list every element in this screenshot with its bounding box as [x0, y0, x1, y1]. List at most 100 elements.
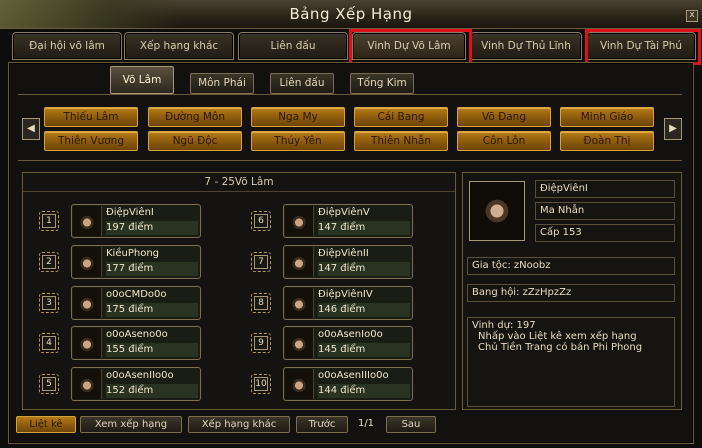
- list-item[interactable]: 9 o0oAsenIo0o 145 điểm: [251, 326, 415, 360]
- avatar: [73, 328, 102, 358]
- player-name: o0oCMDo0o: [106, 289, 167, 300]
- faction-minh-giao[interactable]: Minh Giáo: [560, 107, 654, 127]
- scroll-left-arrow-icon[interactable]: ◀: [22, 118, 40, 140]
- subtab-mon-phai[interactable]: Môn Phái: [190, 73, 254, 94]
- faction-thien-nhan[interactable]: Thiên Nhẫn: [354, 131, 448, 151]
- rank-number: 3: [42, 296, 56, 310]
- avatar: [285, 288, 314, 318]
- divider-middle: [18, 160, 682, 161]
- info-name: ĐiệpViênI: [535, 180, 675, 198]
- info-clan: Gia tộc: zNoobz: [467, 257, 675, 275]
- player-name: ĐiệpViênV: [318, 207, 370, 218]
- rank-badge: 9: [251, 333, 271, 353]
- faction-doan-thi[interactable]: Đoàn Thị: [560, 131, 654, 151]
- player-card[interactable]: o0oAsenIIIo0o 144 điểm: [283, 367, 413, 401]
- list-button[interactable]: Liệt kê: [16, 416, 76, 433]
- rank-badge: 1: [39, 211, 59, 231]
- tab-vinh-du-vo-lam[interactable]: Vinh Dự Võ Lâm: [352, 32, 466, 60]
- close-button[interactable]: x: [686, 10, 698, 22]
- scroll-right-arrow-icon[interactable]: ▶: [664, 118, 682, 140]
- list-item[interactable]: 10 o0oAsenIIIo0o 144 điểm: [251, 367, 415, 401]
- rank-badge: 8: [251, 293, 271, 313]
- rank-badge: 4: [39, 333, 59, 353]
- view-ranking-button[interactable]: Xem xếp hạng: [80, 416, 182, 433]
- tab-vinh-du-tai-phu[interactable]: Vinh Dự Tài Phú: [586, 32, 696, 60]
- rank-number: 10: [254, 377, 268, 391]
- page-indicator: 1/1: [357, 418, 375, 429]
- player-name: ĐiệpViênI: [106, 207, 154, 218]
- honor-hint: Nhấp vào Liệt kê xem xếp hạng: [478, 331, 637, 342]
- list-item[interactable]: 3 o0oCMDo0o 175 điểm: [39, 286, 203, 320]
- rank-number: 6: [254, 214, 268, 228]
- player-score: 155 điểm: [106, 343, 198, 357]
- player-name: o0oAseno0o: [106, 329, 168, 340]
- subtab-tong-kim[interactable]: Tống Kim: [350, 73, 414, 94]
- avatar: [73, 288, 102, 318]
- faction-thieu-lam[interactable]: Thiếu Lâm: [44, 107, 138, 127]
- ranking-list-header: 7 - 25Võ Lâm: [23, 173, 455, 192]
- info-guild: Bang hội: zZzHpzZz: [467, 284, 675, 302]
- player-info-panel: ĐiệpViênI Ma Nhẫn Cấp 153 Gia tộc: zNoob…: [462, 172, 682, 410]
- player-score: 197 điểm: [106, 221, 198, 235]
- player-name: o0oAsenIIo0o: [106, 370, 174, 381]
- info-level: Cấp 153: [535, 224, 675, 242]
- list-item[interactable]: 4 o0oAseno0o 155 điểm: [39, 326, 203, 360]
- faction-ngu-doc[interactable]: Ngũ Độc: [148, 131, 242, 151]
- player-card[interactable]: o0oAseno0o 155 điểm: [71, 326, 201, 360]
- honor-shop-note: Chủ Tiền Trang có bán Phi Phong: [478, 342, 643, 353]
- title-bar: Bảng Xếp Hạng x: [0, 0, 702, 29]
- tab-dai-hoi-vo-lam[interactable]: Đại hội võ lâm: [12, 32, 122, 60]
- player-name: KiềuPhong: [106, 248, 159, 259]
- player-name: o0oAsenIIIo0o: [318, 370, 389, 381]
- faction-thien-vuong[interactable]: Thiên Vương: [44, 131, 138, 151]
- player-card[interactable]: ĐiệpViênV 147 điểm: [283, 204, 413, 238]
- player-score: 147 điểm: [318, 221, 410, 235]
- rank-number: 5: [42, 377, 56, 391]
- list-item[interactable]: 5 o0oAsenIIo0o 152 điểm: [39, 367, 203, 401]
- list-item[interactable]: 8 ĐiệpViênIV 146 điểm: [251, 286, 415, 320]
- rank-number: 8: [254, 296, 268, 310]
- player-card[interactable]: ĐiệpViênIV 146 điểm: [283, 286, 413, 320]
- subtab-lien-dau[interactable]: Liên đấu: [270, 73, 334, 94]
- other-ranking-button[interactable]: Xếp hạng khác: [188, 416, 290, 433]
- player-card[interactable]: o0oAsenIo0o 145 điểm: [283, 326, 413, 360]
- rank-badge: 7: [251, 252, 271, 272]
- avatar: [73, 206, 102, 236]
- faction-cai-bang[interactable]: Cái Bang: [354, 107, 448, 127]
- info-faction: Ma Nhẫn: [535, 202, 675, 220]
- player-name: ĐiệpViênIV: [318, 289, 373, 300]
- list-item[interactable]: 7 ĐiệpViênII 147 điểm: [251, 245, 415, 279]
- faction-vo-dang[interactable]: Võ Đang: [457, 107, 551, 127]
- tab-vinh-du-thu-linh[interactable]: Vinh Dự Thủ Lĩnh: [470, 32, 582, 60]
- player-name: o0oAsenIo0o: [318, 329, 383, 340]
- subtab-vo-lam[interactable]: Võ Lâm: [110, 66, 174, 94]
- faction-nga-my[interactable]: Nga My: [251, 107, 345, 127]
- list-item[interactable]: 1 ĐiệpViênI 197 điểm: [39, 204, 203, 238]
- main-tabs: Đại hội võ lâm Xếp hạng khác Liên đấu Vi…: [12, 30, 696, 62]
- rank-badge: 10: [251, 374, 271, 394]
- info-honor-box: Vinh dự: 197 Nhấp vào Liệt kê xem xếp hạ…: [467, 317, 675, 407]
- player-score: 145 điểm: [318, 343, 410, 357]
- faction-thuy-yen[interactable]: Thúy Yên: [251, 131, 345, 151]
- next-page-button[interactable]: Sau: [386, 416, 436, 433]
- tab-lien-dau[interactable]: Liên đấu: [238, 32, 348, 60]
- list-item[interactable]: 6 ĐiệpViênV 147 điểm: [251, 204, 415, 238]
- player-card[interactable]: o0oCMDo0o 175 điểm: [71, 286, 201, 320]
- faction-con-lon[interactable]: Côn Lôn: [457, 131, 551, 151]
- list-item[interactable]: 2 KiềuPhong 177 điểm: [39, 245, 203, 279]
- rank-badge: 3: [39, 293, 59, 313]
- player-card[interactable]: ĐiệpViênII 147 điểm: [283, 245, 413, 279]
- player-card[interactable]: o0oAsenIIo0o 152 điểm: [71, 367, 201, 401]
- player-card[interactable]: ĐiệpViênI 197 điểm: [71, 204, 201, 238]
- rank-number: 1: [42, 214, 56, 228]
- player-score: 152 điểm: [106, 384, 198, 398]
- rank-number: 9: [254, 336, 268, 350]
- player-card[interactable]: KiềuPhong 177 điểm: [71, 245, 201, 279]
- player-portrait: [469, 181, 525, 241]
- tab-xep-hang-khac[interactable]: Xếp hạng khác: [124, 32, 234, 60]
- prev-page-button[interactable]: Trước: [296, 416, 348, 433]
- avatar: [285, 369, 314, 399]
- faction-duong-mon[interactable]: Đường Môn: [148, 107, 242, 127]
- avatar: [73, 369, 102, 399]
- ranking-list-panel: 7 - 25Võ Lâm 1 ĐiệpViênI 197 điểm 2 KiềuP…: [22, 172, 456, 410]
